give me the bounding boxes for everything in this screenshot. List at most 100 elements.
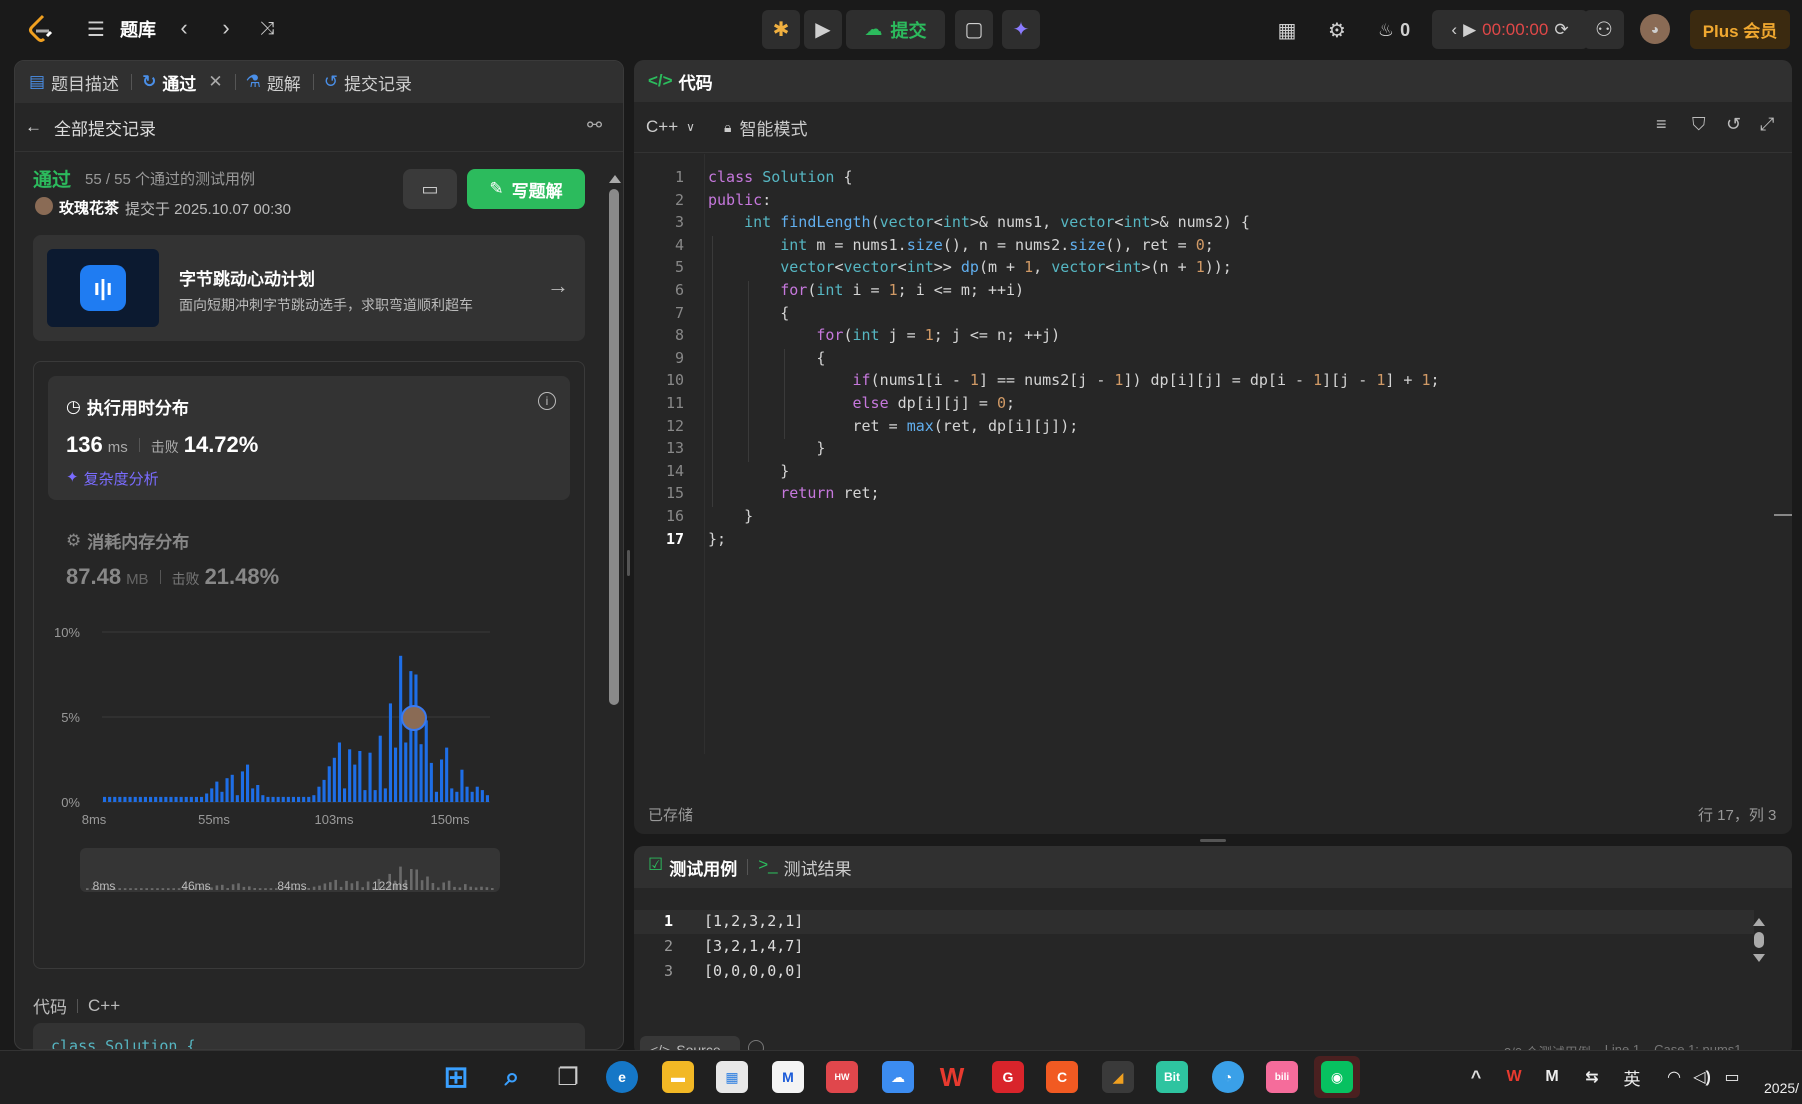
tab-solution[interactable]: ⚗ 题解 <box>246 70 314 95</box>
code-editor[interactable]: 1 class Solution {2 public: 3 int findLengt… <box>634 154 1774 754</box>
add-friend-button[interactable]: ⚇ <box>1584 10 1624 49</box>
plus-member-button[interactable]: Plus 会员 <box>1690 10 1790 49</box>
battery-icon[interactable]: ▭ <box>1716 1061 1748 1093</box>
bit-app-icon[interactable]: Bit <box>1156 1061 1188 1093</box>
wps-icon[interactable]: W <box>936 1061 968 1093</box>
run-button[interactable]: ▶ <box>804 10 842 49</box>
input-language[interactable]: 英 <box>1616 1061 1648 1093</box>
book-button[interactable]: ▭ <box>403 169 457 209</box>
close-icon[interactable]: ✕ <box>208 72 222 92</box>
bilibili-icon[interactable]: bili <box>1266 1061 1298 1093</box>
promo-card[interactable]: ı|ı 字节跳动心动计划 面向短期冲刺字节跳动选手，求职弯道顺利超车 → <box>33 235 585 341</box>
play-icon[interactable]: ▶ <box>1463 20 1476 40</box>
app-g-icon[interactable]: G <box>992 1061 1024 1093</box>
tab-test-result[interactable]: >_ 测试结果 <box>758 855 851 880</box>
edge-browser-icon[interactable]: e <box>606 1061 638 1093</box>
testcase-editor[interactable]: 1 2 3 [1,2,3,2,1] [3,2,1,4,7] [0,0,0,0,0… <box>634 910 1754 990</box>
problem-bank-link[interactable]: 题库 <box>118 16 158 42</box>
vertical-resize-handle[interactable] <box>627 550 630 576</box>
write-solution-button[interactable]: ✎ 写题解 <box>467 169 585 209</box>
test-case-count: 55 / 55 个通过的测试用例 <box>85 171 256 188</box>
chart-bar <box>343 788 347 802</box>
cloud-app-icon[interactable]: ☁ <box>882 1061 914 1093</box>
submitter-name[interactable]: 玫瑰花茶 <box>59 197 119 218</box>
minimap-label: 84ms <box>277 879 306 893</box>
tab-testcase[interactable]: ☑ 测试用例 <box>648 855 737 880</box>
shuffle-icon[interactable]: ⤨ <box>254 14 280 42</box>
resize-handle[interactable] <box>1200 839 1226 842</box>
reset-icon[interactable]: ⟳ <box>1554 20 1568 40</box>
line-number: 15 <box>665 484 684 503</box>
search-icon[interactable]: ⌕ <box>496 1061 528 1093</box>
fire-streak[interactable]: ♨ 0 <box>1372 16 1416 44</box>
back-to-all-records[interactable]: ← 全部提交记录 <box>25 113 156 141</box>
submit-button[interactable]: ☁ 提交 <box>846 10 945 49</box>
store-icon[interactable]: ▦ <box>716 1061 748 1093</box>
settings-gear-icon[interactable]: ⚙ <box>1322 16 1352 44</box>
avatar[interactable]: ◕ <box>1640 14 1670 44</box>
complexity-analysis-link[interactable]: ✦ 复杂度分析 <box>66 468 159 489</box>
code-line: 13 } <box>634 439 1774 461</box>
task-view-icon[interactable]: ❐ <box>552 1061 584 1093</box>
scroll-thumb[interactable] <box>1754 932 1764 948</box>
windows-start-icon[interactable]: ⊞ <box>440 1061 472 1094</box>
chart-bar <box>276 796 280 802</box>
code-text: } <box>708 461 790 480</box>
huawei-app-icon[interactable]: HW <box>826 1061 858 1093</box>
tab-records[interactable]: ↺ 提交记录 <box>324 70 412 95</box>
link-icon[interactable]: ⚯ <box>587 115 602 136</box>
format-icon[interactable]: ≡ <box>1656 114 1667 135</box>
tray-expand-icon[interactable]: ^ <box>1460 1061 1492 1093</box>
logo-icon[interactable] <box>24 12 58 46</box>
wechat-icon[interactable]: ◉ <box>1314 1056 1360 1098</box>
reset-code-icon[interactable]: ↺ <box>1726 114 1741 135</box>
promo-subtitle: 面向短期冲刺字节跳动选手，求职弯道顺利超车 <box>179 297 473 313</box>
browser-app-icon[interactable]: ◔ <box>1212 1061 1244 1093</box>
debug-button[interactable]: ✱ <box>762 10 800 49</box>
code-line: 10 if(nums1[i - 1] == nums2[j - 1]) dp[i… <box>634 371 1774 393</box>
line-number: 1 <box>674 168 684 186</box>
scroll-thumb[interactable] <box>609 189 619 705</box>
tray-m-icon[interactable]: M <box>1536 1061 1568 1093</box>
list-icon[interactable]: ☰ <box>84 16 108 42</box>
minimap-label: 46ms <box>181 879 210 893</box>
volume-icon[interactable]: ◁) <box>1686 1061 1718 1093</box>
chart-bar <box>179 796 183 802</box>
app-m-icon[interactable]: M <box>772 1061 804 1093</box>
runtime-beat: 14.72% <box>183 432 259 457</box>
minimap-bar <box>366 881 370 890</box>
scrollbar[interactable] <box>609 171 621 751</box>
tab-description[interactable]: ▤ 题目描述 <box>29 70 133 95</box>
runtime-card[interactable]: ◷ 执行用时分布 i 136 ms 击败 14.72% ✦ 复杂度分析 <box>48 376 570 500</box>
minimap-bar <box>226 888 229 890</box>
clock-date[interactable]: 2025/ <box>1764 1080 1799 1096</box>
chevron-left-icon[interactable]: ‹ <box>1451 20 1457 40</box>
runtime-distribution-chart[interactable]: 10%5%0%8ms 55ms 103ms 150ms8ms 46ms 84ms 122ms <box>50 622 570 962</box>
code-line: 8 for(int j = 1; j <= n; ++j) <box>634 326 1774 348</box>
file-explorer-icon[interactable]: ▬ <box>662 1061 694 1093</box>
chart-bar <box>174 796 178 802</box>
prev-icon[interactable]: ‹ <box>172 14 196 42</box>
minimap-bar <box>350 883 354 890</box>
ide-icon[interactable]: ◢ <box>1102 1061 1134 1093</box>
minimap-bar <box>86 888 89 890</box>
timer-widget[interactable]: ‹ ▶ 00:00:00 ⟳ <box>1432 10 1588 49</box>
tray-wps-icon[interactable]: W <box>1498 1061 1530 1093</box>
language-select[interactable]: C++ ∨ <box>646 112 695 142</box>
tab-pass[interactable]: ↻ 通过 ✕ <box>142 70 236 95</box>
memory-section[interactable]: ⚙ 消耗内存分布 87.48 MB 击败 21.48% <box>48 512 570 612</box>
ai-sparkle-button[interactable]: ✦ <box>1002 10 1040 49</box>
next-icon[interactable]: › <box>214 14 238 42</box>
left-tab-bar: ▤ 题目描述 ↻ 通过 ✕ ⚗ 题解 ↺ 提交记录 <box>15 61 623 103</box>
cloud-upload-icon: ☁ <box>864 19 883 39</box>
chart-bar <box>455 791 459 802</box>
app-c-icon[interactable]: C <box>1046 1061 1078 1093</box>
testcase-scrollbar[interactable] <box>1752 918 1766 986</box>
tray-settings-icon[interactable]: ⇆ <box>1576 1061 1608 1093</box>
smart-mode[interactable]: 🔒︎ 智能模式 <box>724 112 807 142</box>
note-button[interactable]: ▢ <box>955 10 993 49</box>
layout-icon[interactable]: ▦ <box>1272 16 1302 44</box>
bookmark-icon[interactable]: ⛉ <box>1692 114 1706 135</box>
fullscreen-icon[interactable]: ⤢ <box>1760 114 1774 135</box>
info-icon[interactable]: i <box>538 392 556 410</box>
